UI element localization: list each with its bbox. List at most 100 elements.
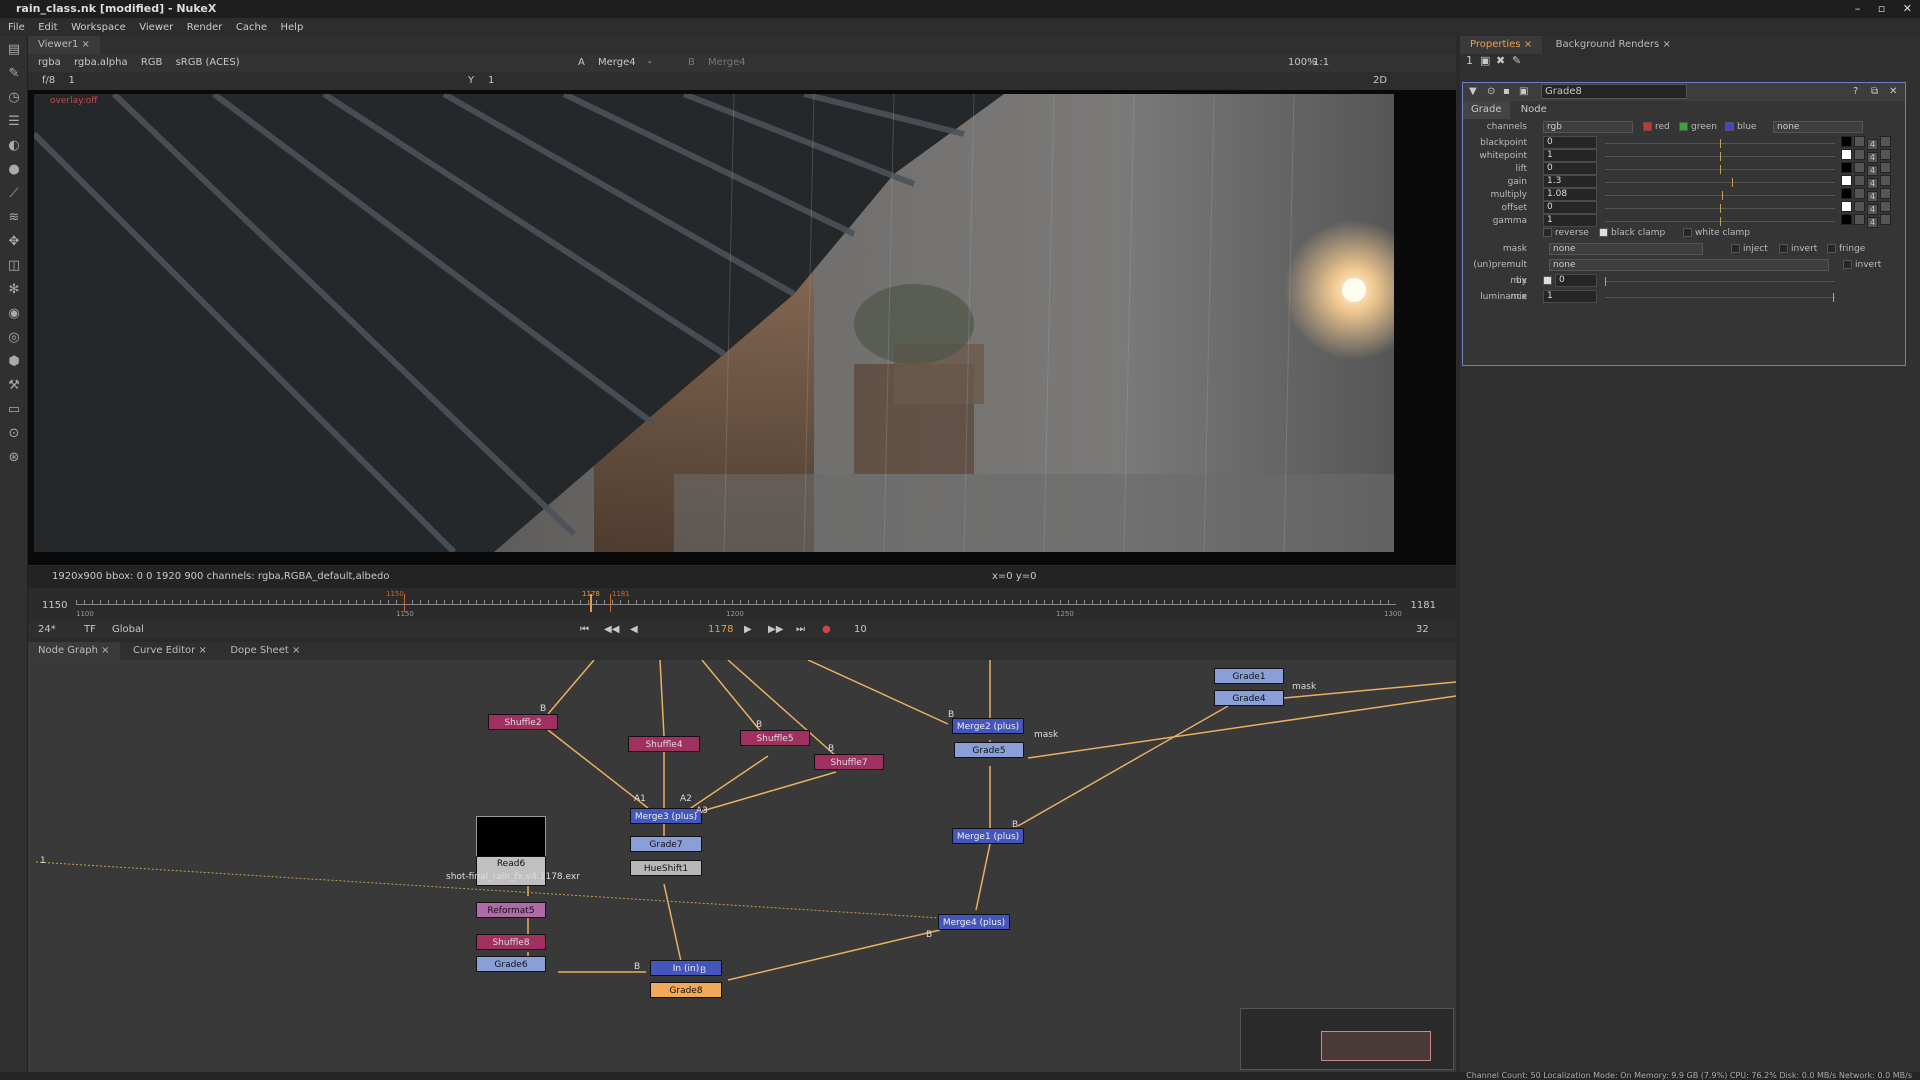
tab-grade[interactable]: Grade [1463, 101, 1510, 119]
timeline-start[interactable]: 1150 [42, 600, 67, 611]
time-icon[interactable]: ◷ [4, 88, 24, 108]
unpremult-select[interactable]: none [1549, 259, 1829, 271]
fringe-checkbox[interactable]: fringe [1827, 241, 1865, 257]
draw-icon[interactable]: ✎ [4, 64, 24, 84]
menu-file[interactable]: File [8, 22, 25, 33]
tab-background-renders[interactable]: Background Renders × [1546, 36, 1681, 54]
viewer-icon[interactable]: ⊙ [1487, 83, 1495, 101]
node-merge2[interactable]: Merge2 (plus) [952, 718, 1024, 734]
tab-curve-editor[interactable]: Curve Editor × [123, 642, 217, 660]
maximize-button[interactable]: ▫ [1878, 2, 1885, 15]
tab-viewer1[interactable]: Viewer1 × [28, 36, 100, 54]
views-icon[interactable]: ◎ [4, 328, 24, 348]
y-field[interactable]: 1 [488, 72, 494, 90]
close-icon[interactable]: ✕ [1889, 83, 1897, 101]
play-forward-icon[interactable]: ▶ [744, 622, 752, 638]
lock-icon[interactable]: ▣ [1480, 54, 1490, 67]
step-field[interactable]: 10 [854, 622, 867, 638]
color-swatch-icon[interactable] [1841, 162, 1852, 173]
node-merge1[interactable]: Merge1 (plus) [952, 828, 1024, 844]
color-swatch-icon[interactable]: ▪ [1503, 83, 1510, 101]
node-grade6[interactable]: Grade6 [476, 956, 546, 972]
timeline[interactable]: 1150 1181 1100 1150 1200 1250 1300 1150 … [28, 590, 1456, 622]
node-shuffle7[interactable]: Shuffle7 [814, 754, 884, 770]
animation-icon[interactable] [1880, 136, 1892, 147]
fstop-field[interactable]: f/8 [42, 75, 55, 86]
red-checkbox[interactable]: red [1643, 119, 1670, 135]
inject-checkbox[interactable]: inject [1731, 241, 1768, 257]
next-key-icon[interactable]: ▶▶ [768, 622, 783, 638]
furnace-icon[interactable]: ⊙ [4, 424, 24, 444]
max-panels-field[interactable]: 1 [1466, 54, 1473, 67]
color-swatch-icon[interactable] [1841, 214, 1852, 225]
white-clamp-checkbox[interactable]: white clamp [1683, 225, 1750, 241]
invert-checkbox[interactable]: invert [1779, 241, 1817, 257]
transform-icon[interactable]: ✥ [4, 232, 24, 252]
menu-workspace[interactable]: Workspace [71, 22, 126, 33]
extra-channel-select[interactable]: none [1773, 121, 1863, 133]
node-grade1[interactable]: Grade1 [1214, 668, 1284, 684]
color-swatch-icon[interactable] [1841, 136, 1852, 147]
collapse-icon[interactable]: ▼ [1469, 83, 1477, 101]
tf-select[interactable]: TF [84, 622, 96, 638]
alpha-select[interactable]: rgba.alpha [74, 57, 128, 68]
node-grade4[interactable]: Grade4 [1214, 690, 1284, 706]
out-marker[interactable] [610, 594, 611, 612]
param-slider[interactable] [1605, 204, 1835, 213]
node-merge3[interactable]: Merge3 (plus) [630, 808, 702, 824]
color-wheel-icon[interactable] [1854, 214, 1865, 225]
param-slider[interactable] [1605, 178, 1835, 187]
particles-icon[interactable]: ✻ [4, 280, 24, 300]
color-swatch-icon[interactable] [1841, 188, 1852, 199]
minimap-viewport[interactable] [1321, 1031, 1431, 1061]
animation-icon[interactable] [1880, 175, 1892, 186]
merge-icon[interactable]: ≋ [4, 208, 24, 228]
metadata-icon[interactable]: ⬢ [4, 352, 24, 372]
animation-icon[interactable] [1880, 188, 1892, 199]
node-in[interactable]: In (in) [650, 960, 722, 976]
color-swatch-icon[interactable] [1841, 175, 1852, 186]
animation-icon[interactable] [1880, 162, 1892, 173]
color-wheel-icon[interactable] [1854, 136, 1865, 147]
node-grade7[interactable]: Grade7 [630, 836, 702, 852]
minimize-button[interactable]: – [1855, 2, 1861, 15]
green-checkbox[interactable]: green [1679, 119, 1717, 135]
goto-start-icon[interactable]: ⏮ [580, 622, 589, 638]
menu-cache[interactable]: Cache [236, 22, 267, 33]
in-marker[interactable] [404, 594, 405, 612]
node-reformat5[interactable]: Reformat5 [476, 902, 546, 918]
animation-icon[interactable] [1880, 201, 1892, 212]
float-icon[interactable]: ⧉ [1871, 83, 1878, 101]
channels-select[interactable]: rgba [38, 57, 61, 68]
color-wheel-icon[interactable] [1854, 162, 1865, 173]
playhead[interactable] [590, 594, 592, 612]
close-button[interactable]: ✕ [1903, 2, 1912, 15]
mask-select[interactable]: none [1549, 243, 1703, 255]
channels-select[interactable]: rgb [1543, 121, 1633, 133]
menu-help[interactable]: Help [281, 22, 304, 33]
toolsets-icon[interactable]: ⚒ [4, 376, 24, 396]
node-name-field[interactable]: Grade8 [1541, 84, 1687, 99]
mix-luminance-checkbox[interactable] [1543, 273, 1555, 289]
rgb-select[interactable]: RGB [141, 57, 163, 68]
color-wheel-icon[interactable] [1854, 149, 1865, 160]
color-wheel-icon[interactable] [1854, 175, 1865, 186]
node-color-icon[interactable]: ▣ [1519, 83, 1528, 101]
reverse-checkbox[interactable]: reverse [1543, 225, 1589, 241]
color-icon[interactable]: ◐ [4, 136, 24, 156]
deep-icon[interactable]: ◉ [4, 304, 24, 324]
node-shuffle4[interactable]: Shuffle4 [628, 736, 700, 752]
keyer-icon[interactable]: ⟋ [4, 184, 24, 204]
view-mode-select[interactable]: 2D [1373, 72, 1387, 90]
frame-field[interactable]: 1 [68, 75, 74, 86]
play-backward-icon[interactable]: ◀ [630, 622, 638, 638]
composite-select[interactable]: - [648, 54, 652, 72]
clear-icon[interactable]: ✖ [1496, 54, 1505, 67]
param-slider[interactable] [1605, 191, 1835, 200]
mix-luminance-field[interactable]: 0 [1555, 274, 1597, 287]
prev-key-icon[interactable]: ◀◀ [604, 622, 619, 638]
mix-slider[interactable] [1605, 293, 1835, 302]
node-hueshift1[interactable]: HueShift1 [630, 860, 702, 876]
color-wheel-icon[interactable] [1854, 201, 1865, 212]
menu-viewer[interactable]: Viewer [139, 22, 173, 33]
